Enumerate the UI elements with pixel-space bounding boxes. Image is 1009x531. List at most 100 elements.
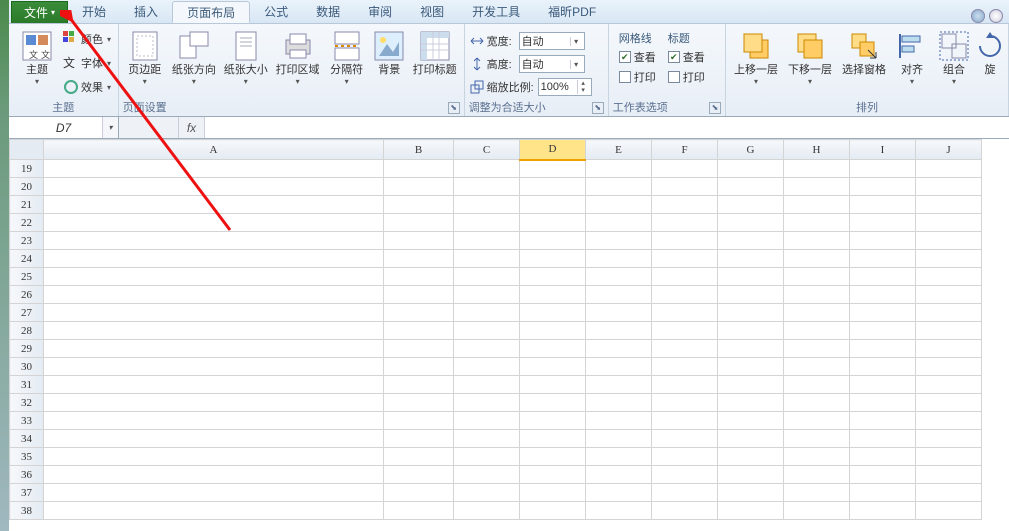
cell[interactable]: [916, 430, 982, 448]
cell[interactable]: [784, 250, 850, 268]
row-header[interactable]: 25: [10, 268, 44, 286]
tab-0[interactable]: 开始: [68, 1, 120, 23]
cell[interactable]: [520, 322, 586, 340]
cell[interactable]: [44, 340, 384, 358]
cell[interactable]: [586, 376, 652, 394]
cell[interactable]: [784, 394, 850, 412]
cell[interactable]: [652, 484, 718, 502]
align-button[interactable]: 对齐 ▾: [892, 28, 932, 86]
cell[interactable]: [520, 340, 586, 358]
cell[interactable]: [454, 214, 520, 232]
column-header-H[interactable]: H: [784, 140, 850, 160]
cell[interactable]: [784, 178, 850, 196]
cell[interactable]: [718, 214, 784, 232]
cell[interactable]: [718, 160, 784, 178]
tab-8[interactable]: 福昕PDF: [534, 1, 610, 23]
cell[interactable]: [718, 232, 784, 250]
cell[interactable]: [784, 502, 850, 520]
row-header[interactable]: 37: [10, 484, 44, 502]
cell[interactable]: [454, 160, 520, 178]
cell[interactable]: [916, 448, 982, 466]
cell[interactable]: [850, 232, 916, 250]
cell[interactable]: [916, 232, 982, 250]
cell[interactable]: [520, 178, 586, 196]
cell[interactable]: [916, 484, 982, 502]
column-header-F[interactable]: F: [652, 140, 718, 160]
name-box[interactable]: D7 ▾: [9, 117, 119, 138]
cell[interactable]: [454, 394, 520, 412]
bring-forward-button[interactable]: 上移一层 ▾: [730, 28, 782, 86]
cell[interactable]: [916, 466, 982, 484]
cell[interactable]: [384, 430, 454, 448]
cell[interactable]: [652, 322, 718, 340]
cell[interactable]: [718, 340, 784, 358]
cell[interactable]: [520, 250, 586, 268]
row-header[interactable]: 19: [10, 160, 44, 178]
cell[interactable]: [384, 160, 454, 178]
cell[interactable]: [652, 376, 718, 394]
cell[interactable]: [44, 214, 384, 232]
breaks-button[interactable]: 分隔符 ▾: [325, 28, 369, 86]
dialog-launcher-pagesetup[interactable]: ⬊: [448, 102, 460, 114]
cell[interactable]: [850, 214, 916, 232]
cell[interactable]: [652, 304, 718, 322]
cell[interactable]: [520, 286, 586, 304]
cell[interactable]: [916, 268, 982, 286]
row-header[interactable]: 33: [10, 412, 44, 430]
cell[interactable]: [586, 340, 652, 358]
cell[interactable]: [520, 412, 586, 430]
cell[interactable]: [652, 394, 718, 412]
row-header[interactable]: 21: [10, 196, 44, 214]
cell[interactable]: [384, 412, 454, 430]
cell[interactable]: [850, 286, 916, 304]
column-header-A[interactable]: A: [44, 140, 384, 160]
cell[interactable]: [586, 484, 652, 502]
cell[interactable]: [44, 358, 384, 376]
tab-file[interactable]: 文件 ▾: [11, 1, 68, 23]
print-area-button[interactable]: 打印区域 ▾: [273, 28, 323, 86]
spreadsheet-grid[interactable]: ABCDEFGHIJ192021222324252627282930313233…: [9, 139, 1009, 531]
headings-view-checkbox[interactable]: ✔查看: [668, 48, 705, 66]
cell[interactable]: [454, 268, 520, 286]
cell[interactable]: [850, 376, 916, 394]
cell[interactable]: [44, 232, 384, 250]
cell[interactable]: [44, 484, 384, 502]
cell[interactable]: [384, 376, 454, 394]
themes-button[interactable]: 文文 主题 ▾: [13, 28, 61, 86]
cell[interactable]: [454, 466, 520, 484]
cell[interactable]: [454, 376, 520, 394]
cell[interactable]: [718, 322, 784, 340]
cell[interactable]: [44, 250, 384, 268]
column-header-E[interactable]: E: [586, 140, 652, 160]
cell[interactable]: [718, 484, 784, 502]
dialog-launcher-sheetopts[interactable]: ⬊: [709, 102, 721, 114]
background-button[interactable]: 背景: [371, 28, 408, 77]
cell[interactable]: [652, 412, 718, 430]
cell[interactable]: [652, 286, 718, 304]
tab-4[interactable]: 数据: [302, 1, 354, 23]
cell[interactable]: [520, 376, 586, 394]
cell[interactable]: [384, 322, 454, 340]
cell[interactable]: [586, 250, 652, 268]
theme-colors-button[interactable]: 颜色 ▾: [61, 28, 113, 50]
cell[interactable]: [718, 376, 784, 394]
cell[interactable]: [454, 430, 520, 448]
cell[interactable]: [718, 304, 784, 322]
cell[interactable]: [384, 268, 454, 286]
cell[interactable]: [520, 196, 586, 214]
cell[interactable]: [384, 286, 454, 304]
cell[interactable]: [384, 250, 454, 268]
tab-2[interactable]: 页面布局: [172, 1, 250, 23]
cell[interactable]: [586, 358, 652, 376]
cell[interactable]: [916, 412, 982, 430]
cell[interactable]: [850, 430, 916, 448]
cell[interactable]: [916, 286, 982, 304]
cell[interactable]: [44, 196, 384, 214]
selection-pane-button[interactable]: 选择窗格: [838, 28, 890, 77]
cell[interactable]: [718, 412, 784, 430]
theme-fonts-button[interactable]: 文 字体 ▾: [61, 52, 113, 74]
cell[interactable]: [44, 412, 384, 430]
cell[interactable]: [454, 502, 520, 520]
cell[interactable]: [916, 502, 982, 520]
cell[interactable]: [454, 196, 520, 214]
